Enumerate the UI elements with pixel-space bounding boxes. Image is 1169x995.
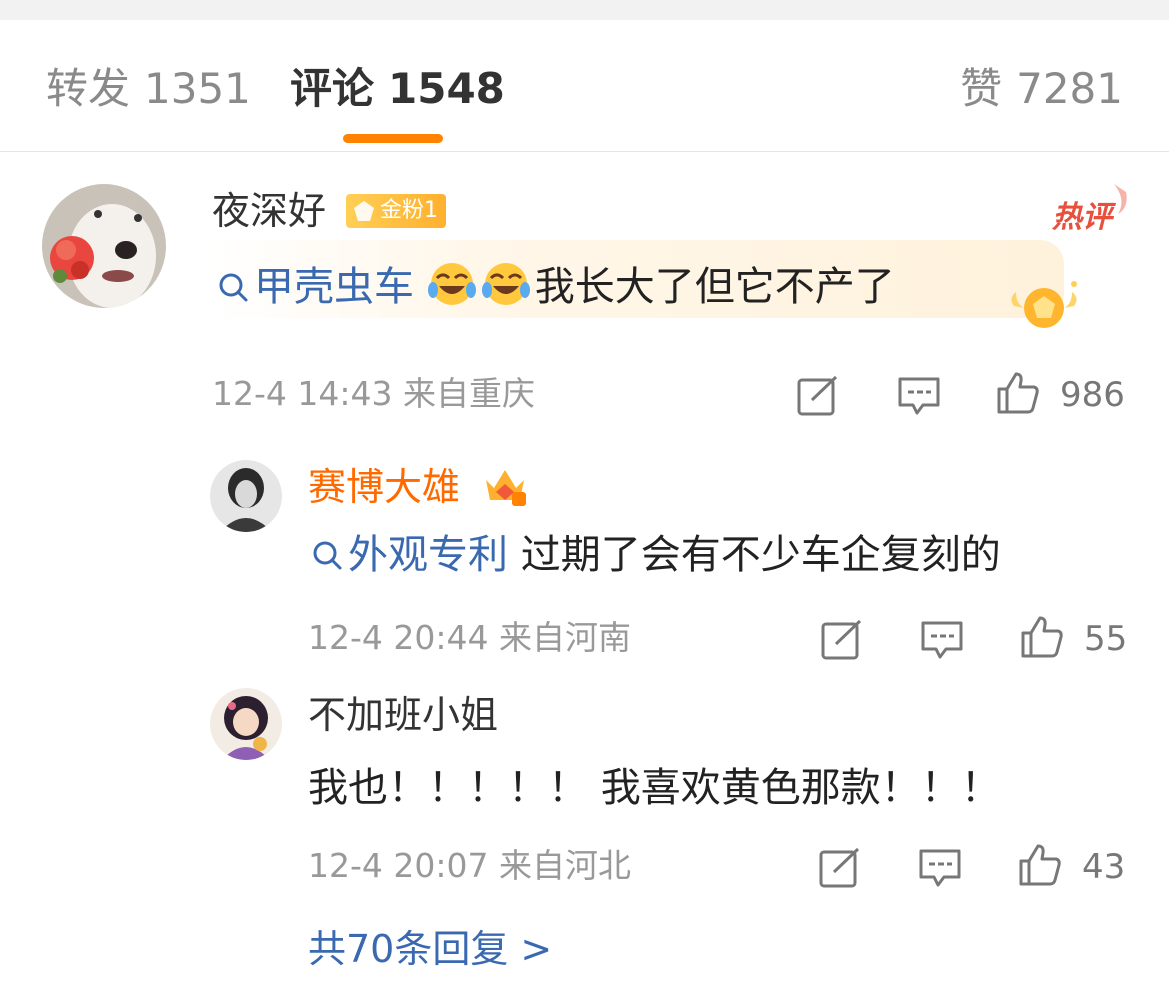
like-icon[interactable]	[1018, 842, 1062, 886]
tab-comments-count: 1548	[388, 64, 505, 113]
avatar[interactable]	[210, 688, 282, 760]
topic-link[interactable]: 甲壳虫车	[216, 264, 427, 310]
like-icon[interactable]	[996, 370, 1040, 414]
search-icon	[219, 273, 248, 302]
laugh-cry-emoji-icon	[481, 263, 530, 305]
more-replies-link[interactable]: 共70条回复 >	[308, 926, 552, 972]
reply-location: 来自河南	[499, 618, 631, 657]
repost-icon[interactable]	[796, 374, 840, 418]
fan-gem-icon	[354, 201, 374, 221]
tab-likes-label: 赞	[960, 64, 1003, 113]
comment-username[interactable]: 夜深好	[212, 188, 326, 234]
reply-body: 过期了会有不少车企复刻的	[520, 532, 1001, 578]
topic-link-label: 甲壳虫车	[254, 264, 414, 310]
hot-tag-label: 热评	[1052, 200, 1112, 235]
search-icon	[313, 541, 342, 570]
topic-link-label: 外观专利	[348, 532, 508, 578]
comment-time: 12-4 14:43	[212, 374, 393, 413]
status-strip	[0, 0, 1169, 20]
active-tab-indicator	[343, 134, 443, 143]
gold-medal-icon	[1011, 281, 1077, 328]
tab-comments[interactable]: 评论 1548	[290, 64, 505, 114]
like-count: 43	[1082, 847, 1126, 887]
tab-repost-label: 转发	[46, 64, 131, 113]
avatar[interactable]	[42, 184, 166, 308]
tab-repost-count: 1351	[144, 64, 251, 113]
avatar[interactable]	[210, 460, 282, 532]
reply-location: 来自河北	[499, 846, 631, 885]
reply-text: 我也！！！！！ 我喜欢黄色那款！！！	[308, 765, 1001, 811]
reply-icon[interactable]	[920, 618, 964, 662]
tab-repost[interactable]: 转发 1351	[46, 64, 251, 114]
reply-icon[interactable]	[918, 846, 962, 890]
reply-meta: 12-4 20:07 来自河北	[308, 846, 631, 886]
hot-comment-tag: 热评	[1052, 180, 1132, 236]
like-count: 986	[1060, 375, 1125, 415]
fan-badge[interactable]: 金粉1	[346, 194, 446, 228]
comment-meta: 12-4 14:43 来自重庆	[212, 374, 535, 414]
repost-icon[interactable]	[820, 618, 864, 662]
reply-username[interactable]: 不加班小姐	[308, 692, 498, 738]
tab-comments-label: 评论	[290, 64, 375, 113]
tab-likes[interactable]: 赞 7281	[960, 64, 1123, 114]
like-count: 55	[1084, 619, 1128, 659]
repost-icon[interactable]	[818, 846, 862, 890]
reply-meta: 12-4 20:44 来自河南	[308, 618, 631, 658]
reply-icon[interactable]	[897, 374, 941, 418]
reply-time: 12-4 20:07	[308, 846, 489, 885]
comment-location: 来自重庆	[403, 374, 535, 413]
fan-badge-label: 金粉1	[380, 198, 438, 223]
comment-body: 我长大了但它不产了	[534, 264, 895, 310]
reply-text: 外观专利 过期了会有不少车企复刻的	[310, 531, 1001, 579]
reply-username[interactable]: 赛博大雄	[308, 464, 460, 510]
laugh-cry-emoji-icon	[427, 263, 476, 305]
topic-link[interactable]: 外观专利	[310, 532, 521, 578]
comment-text: 甲壳虫车 我长大了但它不产了	[216, 258, 895, 311]
tab-likes-count: 7281	[1016, 64, 1123, 113]
tab-bar: 转发 1351 评论 1548 赞 7281	[0, 20, 1169, 152]
reply-time: 12-4 20:44	[308, 618, 489, 657]
crown-vip-icon	[486, 470, 526, 506]
like-icon[interactable]	[1020, 614, 1064, 658]
